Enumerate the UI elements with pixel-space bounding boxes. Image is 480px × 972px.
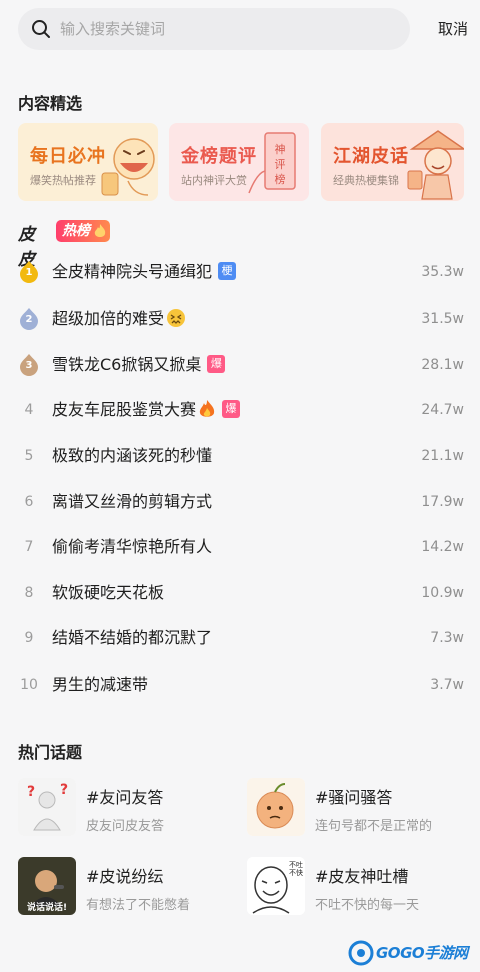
gamepad-logo-icon — [348, 940, 374, 966]
rank-number: 7 — [24, 539, 34, 555]
question-figure-image: ? ? — [18, 778, 76, 836]
featured-section-title: 内容精选 — [18, 94, 83, 113]
featured-card-jianghu[interactable]: 江湖皮话 经典热梗集锦 — [321, 123, 464, 201]
topic-desc: 连句号都不是正常的 — [315, 819, 433, 834]
hot-list-item[interactable]: 10 男生的减速带 3.7w — [18, 670, 464, 700]
hot-item-value: 14.2w — [421, 539, 464, 555]
hot-item-value: 24.7w — [421, 402, 464, 418]
rank-number: 3 — [25, 360, 33, 371]
rank-number: 8 — [24, 585, 34, 601]
search-icon — [32, 20, 50, 38]
search-bar: 取消 — [18, 8, 468, 50]
hot-list-item[interactable]: 7 偷偷考清华惊艳所有人 14.2w — [18, 532, 464, 562]
topic-item[interactable]: #骚问骚答 连句号都不是正常的 — [247, 778, 462, 838]
hot-item-title: 软饭硬吃天花板 — [52, 583, 165, 602]
hot-item-title-text: 超级加倍的难受 — [52, 309, 165, 328]
hot-item-title: 超级加倍的难受 — [52, 304, 186, 334]
hot-list-item[interactable]: 8 软饭硬吃天花板 10.9w — [18, 578, 464, 608]
featured-card-title: 每日必冲 — [30, 146, 106, 167]
topic-desc: 不吐不快的每一天 — [315, 898, 420, 913]
svg-text:?: ? — [60, 782, 68, 798]
hot-item-value: 21.1w — [421, 448, 464, 464]
topic-thumbnail: 不吐不快 — [247, 857, 305, 915]
hot-list-item[interactable]: 4 皮友车屁股鉴赏大赛 爆 24.7w — [18, 395, 464, 425]
hot-list-item[interactable]: 1 全皮精神院头号通缉犯梗 35.3w — [18, 257, 464, 287]
topic-title: #皮说纷纭 — [86, 867, 164, 886]
hot-item-value: 17.9w — [421, 494, 464, 510]
topic-item[interactable]: 说话说话! #皮说纷纭 有想法了不能憋着 — [18, 857, 233, 917]
svg-text:神: 神 — [275, 142, 286, 156]
topic-thumbnail — [247, 778, 305, 836]
hot-item-title-text: 皮友车屁股鉴赏大赛 — [52, 400, 197, 419]
rank-number: 2 — [25, 314, 33, 325]
topics-section-title: 热门话题 — [18, 743, 83, 762]
hot-item-title: 结婚不结婚的都沉默了 — [52, 628, 213, 647]
hot-item-value: 31.5w — [421, 311, 464, 327]
topic-thumbnail: 说话说话! — [18, 857, 76, 915]
rank-number: 10 — [20, 677, 38, 693]
hot-item-title-text: 雪铁龙C6掀锅又掀桌 — [52, 355, 202, 374]
topic-title: #骚问骚答 — [315, 788, 393, 807]
topic-desc: 皮友问皮友答 — [86, 819, 165, 834]
fire-icon — [199, 399, 215, 417]
featured-card-subtitle: 站内神评大赏 — [181, 174, 247, 187]
hot-item-value: 3.7w — [430, 677, 464, 693]
hot-list-tag: 热榜 — [56, 220, 110, 242]
hot-item-title-text: 全皮精神院头号通缉犯 — [52, 262, 213, 281]
persevering-face-icon — [167, 308, 186, 327]
rank-number: 6 — [24, 494, 34, 510]
hot-item-value: 35.3w — [421, 264, 464, 280]
hot-item-title: 全皮精神院头号通缉犯梗 — [52, 257, 237, 287]
featured-card-title: 江湖皮话 — [333, 146, 409, 167]
rank-number: 4 — [24, 402, 34, 418]
hot-item-title: 偷偷考清华惊艳所有人 — [52, 537, 213, 556]
hot-list-item[interactable]: 9 结婚不结婚的都沉默了 7.3w — [18, 623, 464, 653]
flame-icon — [94, 224, 106, 237]
rank-number: 5 — [24, 448, 34, 464]
hot-item-title: 雪铁龙C6掀锅又掀桌爆 — [52, 350, 226, 380]
featured-card-ranking[interactable]: 神 评 榜 金榜题评 站内神评大赏 — [169, 123, 309, 201]
featured-card-subtitle: 经典热梗集锦 — [333, 174, 399, 187]
hot-list-item[interactable]: 5 极致的内涵该死的秒懂 21.1w — [18, 441, 464, 471]
hot-item-value: 7.3w — [430, 630, 464, 646]
hot-item-title: 男生的减速带 — [52, 675, 149, 694]
meme-badge: 梗 — [218, 261, 237, 280]
explosive-badge: 爆 — [222, 399, 241, 418]
rank-number: 9 — [24, 630, 34, 646]
rank-number: 1 — [25, 267, 33, 278]
watermark-text: GOGO手游网 — [376, 944, 468, 962]
topic-thumbnail: ? ? — [18, 778, 76, 836]
silver-rank-badge-icon: 2 — [19, 308, 39, 330]
topic-desc: 有想法了不能憋着 — [86, 898, 191, 913]
topic-thumbnail-caption: 不吐不快 — [289, 861, 303, 877]
hot-item-value: 10.9w — [421, 585, 464, 601]
svg-text:榜: 榜 — [275, 172, 286, 186]
hot-item-value: 28.1w — [421, 357, 464, 373]
bronze-rank-badge-icon: 3 — [19, 354, 39, 376]
search-box[interactable] — [18, 8, 410, 50]
topic-item[interactable]: 不吐不快 #皮友神吐槽 不吐不快的每一天 — [247, 857, 462, 917]
featured-card-title: 金榜题评 — [181, 146, 257, 167]
svg-text:评: 评 — [275, 158, 286, 171]
apple-face-image — [247, 778, 305, 836]
watermark-logo: GOGO手游网 — [348, 940, 472, 966]
hot-item-title: 极致的内涵该死的秒懂 — [52, 446, 213, 465]
hot-list-tag-label: 热榜 — [62, 223, 90, 239]
topic-title: #皮友神吐槽 — [315, 867, 409, 886]
hot-item-title: 离谱又丝滑的剪辑方式 — [52, 492, 213, 511]
search-input[interactable] — [60, 8, 390, 50]
hot-list-item[interactable]: 6 离谱又丝滑的剪辑方式 17.9w — [18, 487, 464, 517]
explosive-badge: 爆 — [207, 354, 226, 373]
hot-item-title: 皮友车屁股鉴赏大赛 爆 — [52, 395, 241, 425]
hot-list-item[interactable]: 2 超级加倍的难受 31.5w — [18, 304, 464, 334]
featured-card-subtitle: 爆笑热帖推荐 — [30, 174, 96, 187]
svg-text:?: ? — [27, 784, 35, 800]
topic-title: #友问友答 — [86, 788, 164, 807]
topic-thumbnail-caption: 说话说话! — [26, 903, 68, 913]
gold-rank-badge-icon: 1 — [19, 261, 39, 283]
hot-list-item[interactable]: 3 雪铁龙C6掀锅又掀桌爆 28.1w — [18, 350, 464, 380]
featured-card-daily[interactable]: 每日必冲 爆笑热帖推荐 — [18, 123, 158, 201]
topic-item[interactable]: ? ? #友问友答 皮友问皮友答 — [18, 778, 233, 838]
cancel-button[interactable]: 取消 — [438, 8, 468, 50]
